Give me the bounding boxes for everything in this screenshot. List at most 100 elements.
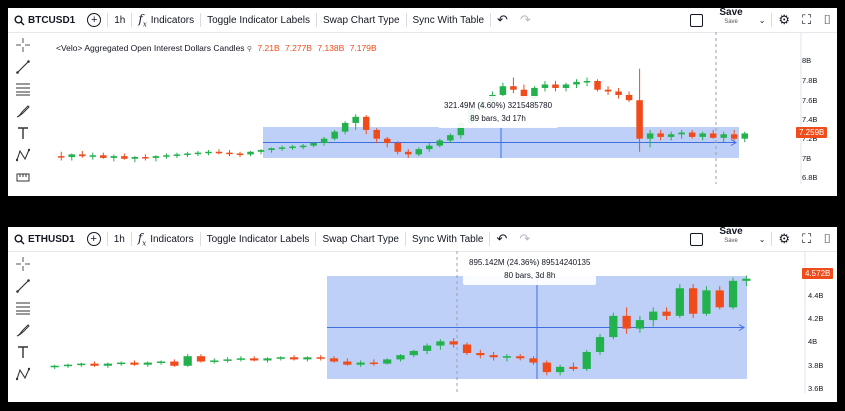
candle-body xyxy=(709,133,717,138)
candle-body xyxy=(173,154,181,156)
candle-body xyxy=(436,341,445,346)
candle-body xyxy=(699,133,706,137)
candle-body xyxy=(688,132,696,137)
measure-duration: 80 bars, 3d 8h xyxy=(504,271,556,280)
candle-body xyxy=(194,152,202,155)
candle-body xyxy=(250,358,259,361)
legend-high: 7.277B xyxy=(285,43,312,53)
candle-body xyxy=(436,140,444,146)
price-tick: 3.6B xyxy=(808,384,824,393)
candle-body xyxy=(715,290,724,308)
candle-body xyxy=(79,154,86,157)
candle-body xyxy=(422,345,432,351)
price-tick: 3.8B xyxy=(808,361,824,370)
candle-body xyxy=(702,290,711,314)
candle-body xyxy=(646,133,654,139)
candle-body xyxy=(662,311,671,316)
link-icon: ⚲ xyxy=(246,46,253,53)
candle-body xyxy=(257,150,265,152)
candle-body xyxy=(426,145,433,150)
candle-body xyxy=(170,361,179,366)
current-price-badge: 7.259B xyxy=(796,127,828,138)
candle-body xyxy=(362,116,370,130)
candle-body xyxy=(573,81,580,85)
candle-body xyxy=(152,156,160,158)
candle-body xyxy=(609,315,618,338)
candle-body xyxy=(510,86,517,90)
candle-body xyxy=(205,151,212,154)
candle-body xyxy=(636,100,643,139)
candle-body xyxy=(247,151,254,155)
candle-body xyxy=(117,362,126,365)
candle-body xyxy=(562,84,570,88)
candle-body xyxy=(329,358,339,362)
candle-body xyxy=(415,149,423,155)
candle-body xyxy=(142,157,149,159)
price-tick: 7B xyxy=(802,154,812,163)
candle-body xyxy=(502,356,512,358)
candle-body xyxy=(594,80,601,90)
eth-candles-plot[interactable] xyxy=(8,227,837,402)
candle-body xyxy=(236,358,246,360)
candle-body xyxy=(741,133,749,139)
candle-body xyxy=(489,355,498,358)
candle-body xyxy=(268,148,275,151)
candle-body xyxy=(121,156,128,159)
candle-body xyxy=(649,311,658,321)
candle-body xyxy=(310,143,317,146)
measure-duration: 89 bars, 3d 17h xyxy=(470,114,526,123)
candle-body xyxy=(343,361,352,365)
candle-body xyxy=(156,361,166,364)
candle-body xyxy=(657,133,664,137)
candle-body xyxy=(541,84,549,88)
candle-body xyxy=(404,151,412,155)
indicator-legend[interactable]: <Velo> Aggregated Open Interest Dollars … xyxy=(56,43,377,53)
candle-body xyxy=(615,91,622,95)
price-tick: 4.4B xyxy=(808,291,824,300)
candle-body xyxy=(499,86,507,95)
candle-body xyxy=(383,138,391,144)
candle-body xyxy=(210,360,219,362)
candle-body xyxy=(529,358,538,363)
eth-chart-panel: ETHUSD1 + 1h fx Indicators Toggle Indicat… xyxy=(8,227,837,402)
candle-body xyxy=(90,363,99,366)
candle-body xyxy=(369,362,379,365)
candle-body xyxy=(131,157,139,159)
candle-body xyxy=(196,356,206,362)
candle-body xyxy=(77,363,86,366)
candle-body xyxy=(595,337,605,352)
candle-body xyxy=(356,362,365,365)
price-axis[interactable]: 8B 7.8B 7.6B 7.4B 7.2B 7B 6.8B xyxy=(802,8,837,196)
btc-candles-plot[interactable] xyxy=(8,8,837,196)
candle-body xyxy=(143,362,152,365)
price-axis[interactable]: 4.4B 4.2B 4B 3.8B 3.6B xyxy=(808,227,837,402)
candle-body xyxy=(675,288,684,316)
candle-body xyxy=(678,132,685,135)
candle-body xyxy=(100,155,107,158)
price-tick: 4B xyxy=(808,337,818,346)
candle-body xyxy=(50,365,59,368)
candle-body xyxy=(569,366,578,369)
candle-body xyxy=(289,357,299,360)
candle-body xyxy=(278,147,286,149)
candle-body xyxy=(303,357,312,360)
candle-body xyxy=(163,155,170,157)
candle-body xyxy=(516,356,525,359)
candle-body xyxy=(352,116,359,123)
candle-body xyxy=(622,315,631,329)
btc-chart-panel: BTCUSD1 + 1h fx Indicators Toggle Indicat… xyxy=(8,8,837,196)
candle-body xyxy=(730,134,738,139)
candle-body xyxy=(316,357,325,359)
measure-change: 321.49M (4.60%) 3215485780 xyxy=(444,101,553,110)
candle-body xyxy=(583,80,591,83)
candle-body xyxy=(476,353,485,356)
candle-body xyxy=(341,122,349,132)
candle-body xyxy=(555,366,565,373)
candle-body xyxy=(542,362,551,373)
legend-close: 7.179B xyxy=(349,43,377,53)
current-price-badge: 4.572B xyxy=(802,268,834,279)
candle-body xyxy=(447,135,454,141)
candle-body xyxy=(449,341,458,345)
legend-open: 7.21B xyxy=(257,43,280,53)
candle-body xyxy=(63,364,73,367)
